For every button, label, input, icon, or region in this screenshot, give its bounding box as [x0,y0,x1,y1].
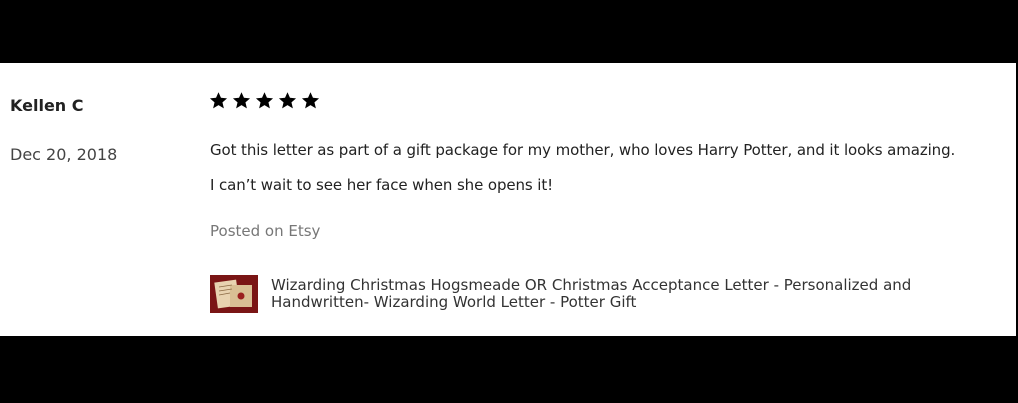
product-title[interactable]: Wizarding Christmas Hogsmeade OR Christm… [271,277,971,311]
review-text-line-2: I can’t wait to see her face when she op… [210,176,554,194]
review-date: Dec 20, 2018 [10,145,118,164]
star-icon [255,92,274,109]
review-text-line-1: Got this letter as part of a gift packag… [210,141,956,159]
star-icon [301,92,320,109]
review-source: Posted on Etsy [210,222,321,240]
star-rating [209,91,320,110]
letter-thumbnail-icon [210,275,258,313]
star-icon [278,92,297,109]
reviewer-name: Kellen C [10,96,84,115]
product-link[interactable]: Wizarding Christmas Hogsmeade OR Christm… [210,275,971,313]
star-icon [209,92,228,109]
star-icon [232,92,251,109]
review-card: Kellen C Dec 20, 2018 Got this letter as… [0,63,1016,336]
screenshot-frame: Kellen C Dec 20, 2018 Got this letter as… [0,0,1018,403]
product-thumbnail[interactable] [210,275,258,313]
